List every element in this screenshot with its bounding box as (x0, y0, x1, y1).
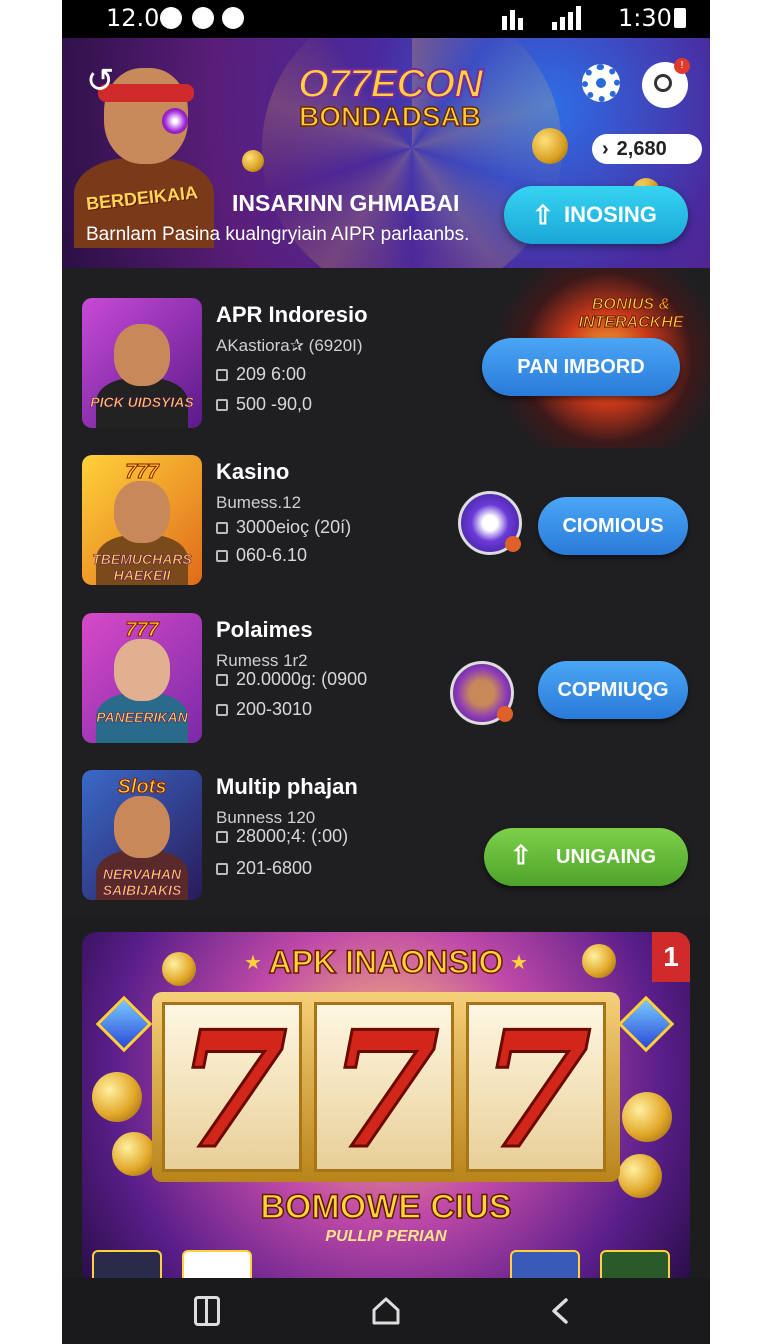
recent-apps-icon[interactable] (194, 1296, 220, 1326)
back-nav-icon[interactable] (546, 1296, 578, 1326)
thumbnail-label: PICK UIDSYIAS (90, 394, 194, 411)
calendar-icon (216, 674, 228, 686)
game-stat-row: 20.0000g: (0900 (216, 669, 367, 690)
game-title: Kasino (216, 459, 290, 484)
coin-icon (532, 128, 568, 164)
mini-game-thumb (92, 1250, 162, 1278)
game-stat-row: 060-6.10 (216, 545, 307, 566)
list-item[interactable]: PICK UIDSYIAS APR Indoresio AKastiora✰ (… (62, 298, 710, 448)
list-item[interactable]: 777 PANEERIKAN Polaimes Rumess 1r2 20.00… (62, 613, 710, 763)
mini-game-thumb (600, 1250, 670, 1278)
calendar-icon (216, 399, 228, 411)
upload-icon: ⇧ (532, 200, 554, 230)
status-time-right: 1:30 (618, 4, 672, 32)
gem-icon (617, 995, 675, 1053)
coin-balance[interactable]: › 2,680 (592, 134, 702, 164)
game-stat-row: 500 -90,0 (216, 394, 312, 415)
hero-cta-button[interactable]: ⇧ INOSING (504, 186, 688, 244)
home-icon[interactable] (370, 1296, 402, 1326)
calendar-icon (216, 704, 228, 716)
hero-banner: BERDEIKAIA ↺ O77ECON BONDADSAB ! › 2,680 … (62, 38, 710, 268)
list-item[interactable]: Slots NERVAHAN SAIBIJAKIS Multip phajan … (62, 770, 710, 920)
thumbnail-top-label: Slots (117, 776, 167, 799)
game-title: Multip phajan (216, 774, 358, 799)
gem-icon (95, 995, 153, 1053)
game-title: Polaimes (216, 617, 313, 642)
status-time-left: 12.0 (106, 4, 160, 32)
coin-icon (92, 1072, 142, 1122)
game-thumbnail[interactable]: PICK UIDSYIAS (82, 298, 202, 428)
promo-corner-badge: 1 (652, 932, 690, 982)
phone-screen: 12.0 1:30 BERDEIKAIA ↺ O77ECON BONDADSAB… (62, 0, 710, 1344)
calendar-icon (216, 369, 228, 381)
signal-icon (502, 6, 592, 30)
game-action-label: UNIGAING (556, 846, 656, 868)
calendar-icon (216, 863, 228, 875)
promo-banner[interactable]: ★ ★ APK INAONSIO 1 7 7 7 BOMOWE CIUS PUL… (82, 932, 690, 1278)
game-action-button[interactable]: COPMIUQG (538, 661, 688, 719)
battery-icon (674, 8, 686, 28)
status-bar: 12.0 1:30 (62, 0, 710, 38)
promo-bonus-title: BOMOWE CIUS (260, 1187, 513, 1227)
slot-reel: 7 (466, 1002, 606, 1177)
back-icon[interactable]: ↺ (86, 64, 120, 98)
calendar-icon (216, 550, 228, 562)
slot-reel: 7 (162, 1002, 302, 1177)
thumbnail-top-label: 777 (125, 619, 159, 642)
game-thumbnail[interactable]: 777 PANEERIKAN (82, 613, 202, 743)
system-nav-bar (62, 1278, 710, 1344)
hero-description: Barnlam Pasina kualngryiain AIPR parlaan… (86, 224, 470, 245)
upload-icon: ⇧ (510, 840, 532, 870)
settings-gear-icon[interactable] (582, 64, 620, 102)
list-item[interactable]: 777 TBEMUCHARS HAEKEII Kasino Bumess.12 … (62, 455, 710, 605)
chevron-right-icon: › (602, 138, 609, 160)
calendar-icon (216, 522, 228, 534)
slot-machine-frame: 7 7 7 (152, 992, 620, 1182)
game-stat-row: 201-6800 (216, 858, 312, 879)
compass-icon (192, 7, 214, 29)
app-logo: O77ECON BONDADSAB (280, 61, 500, 133)
hero-subtitle: INSARINN GHMABAI (232, 190, 460, 216)
coin-icon (622, 1092, 672, 1142)
thumbnail-label: PANEERIKAN (96, 709, 188, 726)
game-action-button[interactable]: PAN IMBORD (482, 338, 680, 396)
game-title: APR Indoresio (216, 302, 368, 327)
notification-icon (160, 7, 182, 29)
game-thumbnail[interactable]: 777 TBEMUCHARS HAEKEII (82, 455, 202, 585)
hero-cta-label: INOSING (564, 202, 657, 227)
game-stat-row: 28000;4: (:00) (216, 826, 348, 847)
coin-balance-value: 2,680 (616, 138, 667, 160)
game-stat-row: 3000eioç (20í) (216, 517, 351, 538)
game-subtitle: Bumess.12 (216, 493, 302, 512)
slot-reel: 7 (314, 1002, 454, 1177)
thumbnail-top-label: 777 (125, 461, 159, 484)
navigation-icon (222, 7, 244, 29)
game-action-button[interactable]: CIOMIOUS (538, 497, 688, 555)
search-button[interactable]: ! (642, 58, 690, 108)
calendar-icon (216, 831, 228, 843)
player-avatar (450, 661, 514, 725)
promo-bonus-subtitle: PULLIP PERIAN (325, 1228, 447, 1245)
logo-line2: BONDADSAB (298, 100, 482, 133)
promo-title: APK INAONSIO (268, 943, 504, 981)
game-subtitle: Rumess 1r2 (216, 651, 308, 670)
thumbnail-label: NERVAHAN SAIBIJAKIS (102, 866, 182, 899)
thumbnail-label: TBEMUCHARS HAEKEII (92, 551, 192, 584)
game-subtitle: AKastiora✰ (6920I) (216, 336, 363, 355)
game-thumbnail[interactable]: Slots NERVAHAN SAIBIJAKIS (82, 770, 202, 900)
game-stat-row: 200-3010 (216, 699, 312, 720)
mini-game-thumb (510, 1250, 580, 1278)
game-list: BONIUS & INTERACKHE PICK UIDSYIAS APR In… (62, 268, 710, 918)
search-icon (654, 74, 672, 92)
game-stat-row: 209 6:00 (216, 364, 306, 385)
mini-game-thumb (182, 1250, 252, 1278)
game-subtitle: Bunness 120 (216, 808, 316, 827)
coin-icon (242, 150, 264, 172)
game-chip-icon (458, 491, 522, 555)
coin-icon (112, 1132, 156, 1176)
notification-badge: ! (674, 58, 690, 74)
game-action-button[interactable]: ⇧ UNIGAING (484, 828, 688, 886)
